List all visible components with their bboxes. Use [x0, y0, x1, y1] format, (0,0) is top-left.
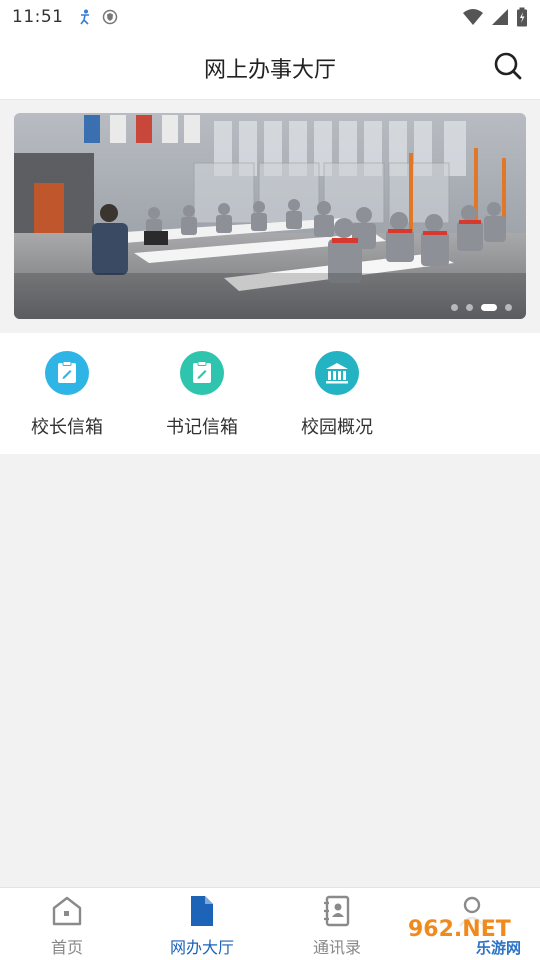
battery-icon	[517, 7, 527, 27]
contacts-icon	[324, 895, 350, 927]
banner-carousel[interactable]	[14, 113, 526, 319]
wifi-icon	[463, 9, 483, 25]
nav-label: 首页	[50, 938, 83, 957]
nav-label: 网办大厅	[169, 938, 234, 957]
quick-item-label: 校长信箱	[31, 417, 103, 438]
building-icon	[315, 351, 359, 395]
mailbox-pen-icon	[180, 351, 224, 395]
banner-dot[interactable]	[466, 304, 473, 311]
banner-section	[0, 100, 540, 333]
quick-menu: 校长信箱 书记信箱 校园概况	[0, 333, 540, 454]
page-title: 网上办事大厅	[203, 58, 336, 83]
search-icon	[494, 52, 522, 80]
quick-item-label: 书记信箱	[166, 417, 238, 438]
quick-item-label: 校园概况	[301, 417, 373, 438]
banner-dot[interactable]	[481, 304, 497, 311]
watermark-subtext: 乐游网	[476, 939, 521, 956]
quick-item-campus-overview[interactable]: 校园概况	[282, 351, 392, 439]
quick-item-secretary-mailbox[interactable]: 书记信箱	[147, 351, 257, 439]
banner-image	[14, 113, 526, 319]
banner-dot[interactable]	[451, 304, 458, 311]
search-button[interactable]	[492, 50, 524, 82]
status-bar: 11:51	[0, 0, 540, 34]
banner-dot[interactable]	[505, 304, 512, 311]
nav-item-home[interactable]: 首页	[12, 894, 122, 958]
signal-icon	[492, 9, 508, 25]
accessibility-icon	[79, 9, 89, 25]
shield-icon	[102, 9, 117, 25]
banner-indicator	[451, 304, 512, 311]
nav-item-contacts[interactable]: 通讯录	[282, 894, 392, 958]
nav-item-online-hall[interactable]: 网办大厅	[147, 894, 257, 958]
home-icon	[52, 896, 82, 926]
document-icon	[191, 896, 213, 926]
quick-item-principal-mailbox[interactable]: 校长信箱	[12, 351, 122, 439]
nav-label: 通讯录	[312, 938, 361, 957]
watermark-logo: 962.NET 乐游网	[402, 914, 536, 956]
status-time: 11:51	[12, 7, 64, 27]
mailbox-pen-icon	[45, 351, 89, 395]
app-header: 网上办事大厅	[0, 34, 540, 100]
